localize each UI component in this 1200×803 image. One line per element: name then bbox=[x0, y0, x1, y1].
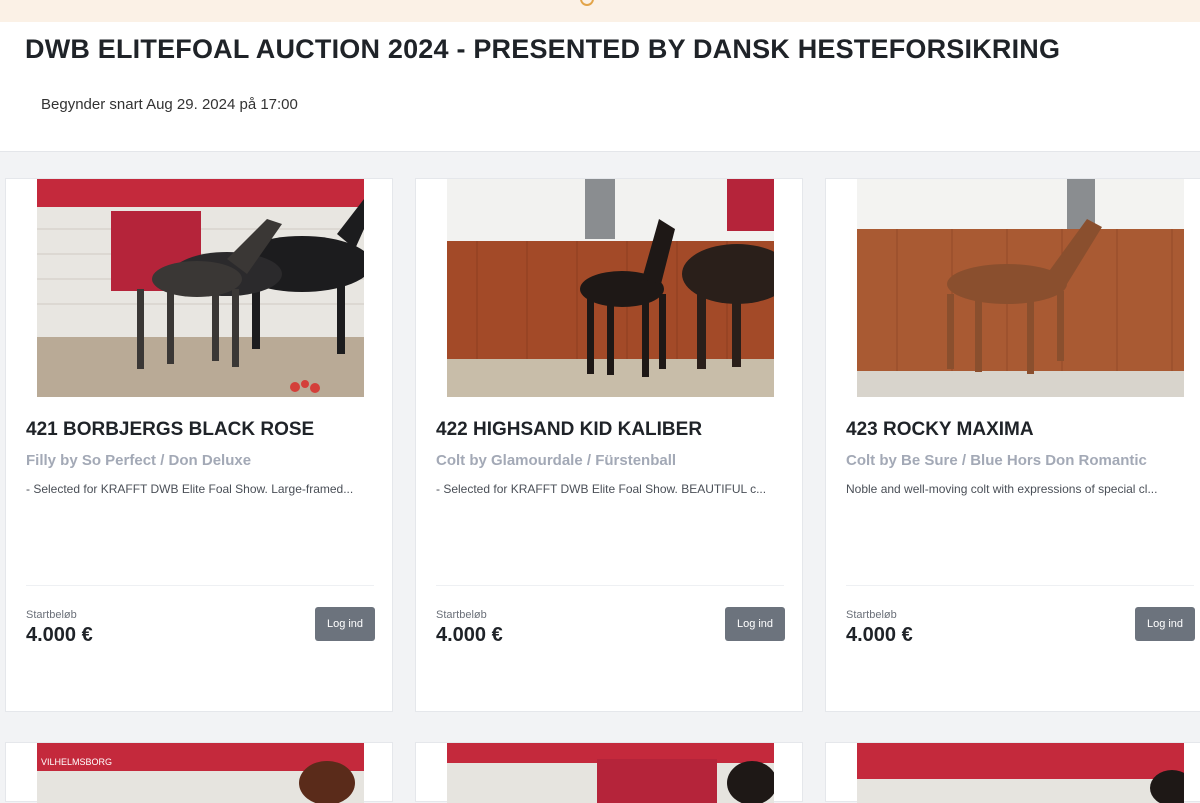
card-divider bbox=[436, 585, 784, 586]
banner-text: VILHELMSBORG bbox=[41, 757, 112, 767]
login-button[interactable]: Log ind bbox=[725, 607, 785, 641]
lot-title[interactable]: 422 HIGHSAND KID KALIBER bbox=[436, 419, 702, 441]
start-price: 4.000 € bbox=[846, 624, 913, 646]
login-button[interactable]: Log ind bbox=[1135, 607, 1195, 641]
lot-description: - Selected for KRAFFT DWB Elite Foal Sho… bbox=[26, 482, 354, 496]
lot-description: Noble and well-moving colt with expressi… bbox=[846, 482, 1158, 496]
page-title: DWB ELITEFOAL AUCTION 2024 - PRESENTED B… bbox=[25, 34, 1061, 64]
lot-pedigree: Colt by Be Sure / Blue Hors Don Romantic bbox=[846, 452, 1147, 469]
lot-photo[interactable] bbox=[857, 179, 1184, 397]
start-price-label: Startbeløb bbox=[26, 609, 77, 621]
lot-description: - Selected for KRAFFT DWB Elite Foal Sho… bbox=[436, 482, 767, 496]
lot-pedigree: Colt by Glamourdale / Fürstenball bbox=[436, 452, 677, 469]
foal-photo-image bbox=[37, 179, 364, 397]
lot-card-next[interactable] bbox=[825, 742, 1200, 803]
foal-photo-image bbox=[447, 743, 774, 803]
start-price-label: Startbeløb bbox=[846, 609, 897, 621]
auction-start-time: Begynder snart Aug 29. 2024 på 17:00 bbox=[41, 96, 298, 113]
lot-card-422[interactable]: 422 HIGHSAND KID KALIBER Colt by Glamour… bbox=[415, 178, 803, 712]
foal-photo-image bbox=[447, 179, 774, 397]
lot-photo[interactable] bbox=[447, 179, 774, 397]
foal-photo-image: VILHELMSBORG bbox=[37, 743, 364, 803]
start-price-label: Startbeløb bbox=[436, 609, 487, 621]
clock-icon bbox=[580, 0, 594, 6]
lot-photo[interactable] bbox=[857, 743, 1184, 803]
lot-title[interactable]: 423 ROCKY MAXIMA bbox=[846, 419, 1034, 441]
top-notice-strip bbox=[0, 0, 1200, 22]
lot-card-423[interactable]: 423 ROCKY MAXIMA Colt by Be Sure / Blue … bbox=[825, 178, 1200, 712]
lot-photo[interactable] bbox=[37, 179, 364, 397]
lot-card-421[interactable]: 421 BORBJERGS BLACK ROSE Filly by So Per… bbox=[5, 178, 393, 712]
login-button[interactable]: Log ind bbox=[315, 607, 375, 641]
card-divider bbox=[26, 585, 374, 586]
lot-card-next[interactable] bbox=[415, 742, 803, 803]
foal-photo-image bbox=[857, 743, 1184, 803]
auction-header: DWB ELITEFOAL AUCTION 2024 - PRESENTED B… bbox=[0, 22, 1200, 152]
start-price: 4.000 € bbox=[26, 624, 93, 646]
foal-photo-image bbox=[857, 179, 1184, 397]
start-price: 4.000 € bbox=[436, 624, 503, 646]
lot-title[interactable]: 421 BORBJERGS BLACK ROSE bbox=[26, 419, 314, 441]
lot-photo[interactable]: VILHELMSBORG bbox=[37, 743, 364, 803]
lot-pedigree: Filly by So Perfect / Don Deluxe bbox=[26, 452, 252, 469]
lot-photo[interactable] bbox=[447, 743, 774, 803]
card-divider bbox=[846, 585, 1194, 586]
lot-card-next[interactable]: VILHELMSBORG bbox=[5, 742, 393, 803]
